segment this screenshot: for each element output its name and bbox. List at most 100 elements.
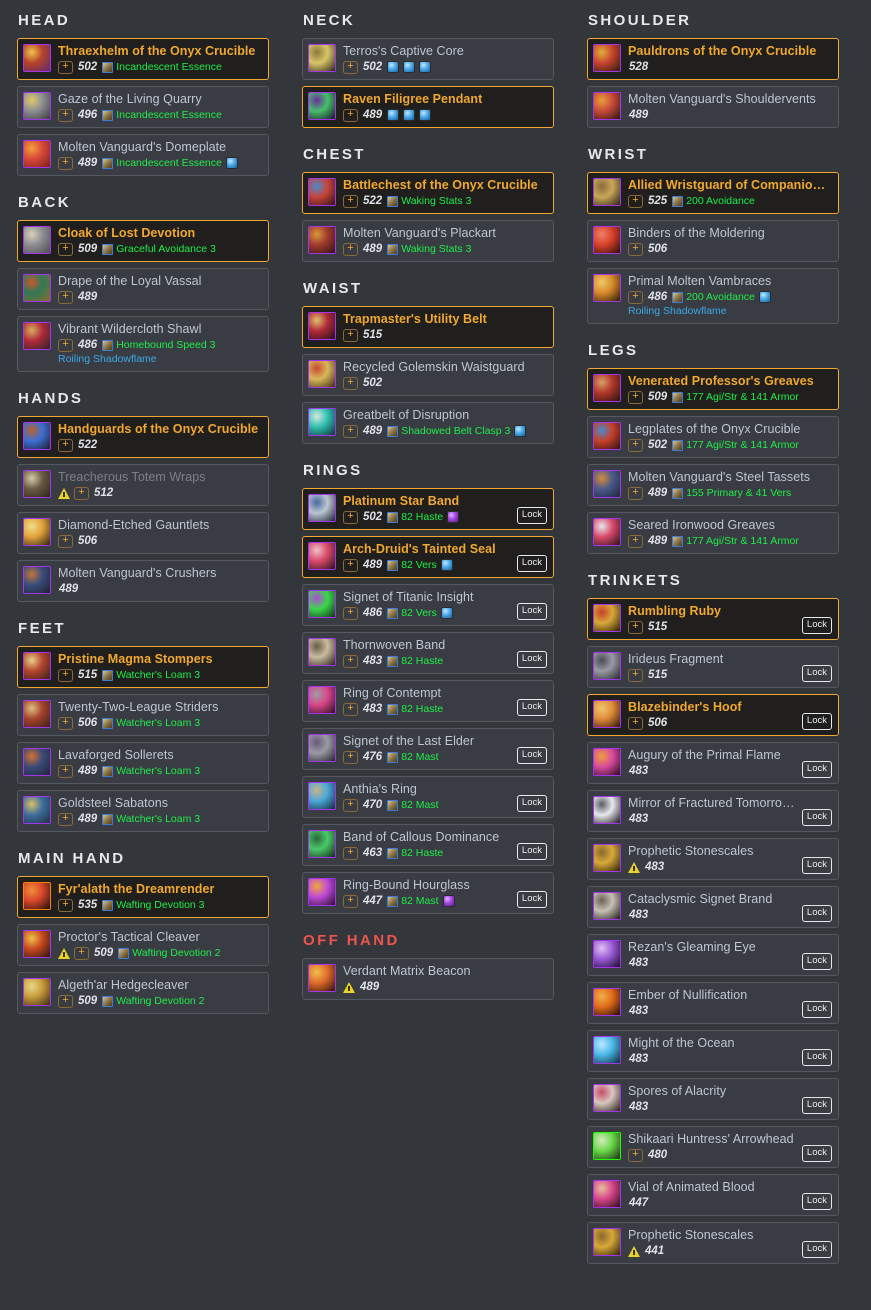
gear-item-row[interactable]: Allied Wristguard of Companionship +525 20… (587, 172, 839, 214)
gem-socket-icon[interactable] (514, 425, 527, 437)
upgrade-plus-button[interactable]: + (628, 438, 643, 452)
gear-item-row[interactable]: Algeth'ar Hedgecleaver +509 Wafting Devoti… (17, 972, 269, 1014)
upgrade-plus-button[interactable]: + (628, 390, 643, 404)
item-icon[interactable] (23, 274, 51, 302)
gear-item-row[interactable]: Raven Filigree Pendant +489 (302, 86, 554, 128)
gear-item-row[interactable]: Arch-Druid's Tainted Seal +489 82 Vers Lock (302, 536, 554, 578)
gear-item-row[interactable]: Pauldrons of the Onyx Crucible 528 (587, 38, 839, 80)
gear-item-row[interactable]: Gaze of the Living Quarry +496 Incandescen… (17, 86, 269, 128)
upgrade-plus-button[interactable]: + (58, 242, 73, 256)
lock-button[interactable]: Lock (801, 760, 832, 778)
item-icon[interactable] (23, 796, 51, 824)
upgrade-plus-button[interactable]: + (628, 534, 643, 548)
item-icon[interactable] (593, 988, 621, 1016)
gem-socket-icon[interactable] (387, 109, 400, 121)
upgrade-plus-button[interactable]: + (58, 812, 73, 826)
item-icon[interactable] (308, 878, 336, 906)
upgrade-plus-button[interactable]: + (58, 156, 73, 170)
gear-item-row[interactable]: Thornwoven Band +483 82 Haste Lock (302, 632, 554, 674)
gear-item-row[interactable]: Augury of the Primal Flame 483 Lock (587, 742, 839, 784)
gear-item-row[interactable]: Blazebinder's Hoof +506 Lock (587, 694, 839, 736)
gear-item-row[interactable]: Shikaari Huntress' Arrowhead +480 Lock (587, 1126, 839, 1168)
gear-item-row[interactable]: Binders of the Moldering +506 (587, 220, 839, 262)
lock-button[interactable]: Lock (801, 664, 832, 682)
gem-socket-icon[interactable] (440, 607, 453, 619)
upgrade-plus-button[interactable]: + (343, 606, 358, 620)
upgrade-plus-button[interactable]: + (343, 108, 358, 122)
upgrade-plus-button[interactable]: + (628, 620, 643, 634)
upgrade-plus-button[interactable]: + (628, 242, 643, 256)
gear-item-row[interactable]: Molten Vanguard's Shouldervents 489 (587, 86, 839, 128)
upgrade-plus-button[interactable]: + (343, 242, 358, 256)
gem-socket-icon[interactable] (440, 559, 453, 571)
item-icon[interactable] (593, 940, 621, 968)
gear-item-row[interactable]: Prophetic Stonescales 483 Lock (587, 838, 839, 880)
item-icon[interactable] (23, 518, 51, 546)
gem-socket-icon[interactable] (447, 511, 460, 523)
upgrade-plus-button[interactable]: + (628, 668, 643, 682)
upgrade-plus-button[interactable]: + (343, 60, 358, 74)
gear-item-row[interactable]: Ring-Bound Hourglass +447 82 Mast Lock (302, 872, 554, 914)
gear-item-row[interactable]: Mirror of Fractured Tomorrows 483 Lock (587, 790, 839, 832)
upgrade-plus-button[interactable]: + (58, 108, 73, 122)
upgrade-plus-button[interactable]: + (343, 798, 358, 812)
gear-item-row[interactable]: Ember of Nullification 483 Lock (587, 982, 839, 1024)
item-icon[interactable] (23, 652, 51, 680)
lock-button[interactable]: Lock (516, 890, 547, 908)
item-icon[interactable] (593, 44, 621, 72)
item-icon[interactable] (593, 470, 621, 498)
gear-item-row[interactable]: Vibrant Wildercloth Shawl +486 Homebound S… (17, 316, 269, 372)
lock-button[interactable]: Lock (801, 808, 832, 826)
gear-item-row[interactable]: Handguards of the Onyx Crucible +522 (17, 416, 269, 458)
item-icon[interactable] (593, 274, 621, 302)
lock-button[interactable]: Lock (801, 856, 832, 874)
item-icon[interactable] (23, 700, 51, 728)
item-icon[interactable] (593, 796, 621, 824)
item-icon[interactable] (23, 882, 51, 910)
gear-item-row[interactable]: Recycled Golemskin Waistguard +502 (302, 354, 554, 396)
gear-item-row[interactable]: Ring of Contempt +483 82 Haste Lock (302, 680, 554, 722)
lock-button[interactable]: Lock (801, 1000, 832, 1018)
item-icon[interactable] (593, 1228, 621, 1256)
item-icon[interactable] (308, 830, 336, 858)
upgrade-plus-button[interactable]: + (343, 558, 358, 572)
lock-button[interactable]: Lock (516, 842, 547, 860)
gear-item-row[interactable]: Signet of Titanic Insight +486 82 Vers Lock (302, 584, 554, 626)
gear-item-row[interactable]: Molten Vanguard's Plackart +489 Waking Sta… (302, 220, 554, 262)
upgrade-plus-button[interactable]: + (343, 702, 358, 716)
item-icon[interactable] (308, 734, 336, 762)
item-icon[interactable] (593, 844, 621, 872)
upgrade-plus-button[interactable]: + (58, 898, 73, 912)
item-icon[interactable] (23, 748, 51, 776)
gear-item-row[interactable]: Drape of the Loyal Vassal +489 (17, 268, 269, 310)
gear-item-row[interactable]: Lavaforged Sollerets +489 Watcher's Loam 3 (17, 742, 269, 784)
upgrade-plus-button[interactable]: + (628, 716, 643, 730)
lock-button[interactable]: Lock (516, 794, 547, 812)
gear-item-row[interactable]: Rumbling Ruby +515 Lock (587, 598, 839, 640)
item-icon[interactable] (593, 518, 621, 546)
upgrade-plus-button[interactable]: + (343, 654, 358, 668)
gear-item-row[interactable]: Treacherous Totem Wraps +512 (17, 464, 269, 506)
item-icon[interactable] (308, 686, 336, 714)
item-icon[interactable] (308, 178, 336, 206)
upgrade-plus-button[interactable]: + (58, 438, 73, 452)
item-icon[interactable] (308, 226, 336, 254)
lock-button[interactable]: Lock (516, 746, 547, 764)
upgrade-plus-button[interactable]: + (343, 376, 358, 390)
upgrade-plus-button[interactable]: + (58, 668, 73, 682)
item-icon[interactable] (308, 542, 336, 570)
gem-socket-icon[interactable] (419, 109, 432, 121)
gear-item-row[interactable]: Signet of the Last Elder +476 82 Mast Lock (302, 728, 554, 770)
item-icon[interactable] (593, 748, 621, 776)
item-icon[interactable] (593, 178, 621, 206)
lock-button[interactable]: Lock (801, 616, 832, 634)
gem-socket-icon[interactable] (442, 895, 455, 907)
item-icon[interactable] (593, 892, 621, 920)
item-icon[interactable] (308, 590, 336, 618)
upgrade-plus-button[interactable]: + (343, 846, 358, 860)
item-icon[interactable] (23, 226, 51, 254)
lock-button[interactable]: Lock (516, 698, 547, 716)
upgrade-plus-button[interactable]: + (58, 338, 73, 352)
gear-item-row[interactable]: Twenty-Two-League Striders +506 Watcher's … (17, 694, 269, 736)
gear-item-row[interactable]: Proctor's Tactical Cleaver +509 Wafting De… (17, 924, 269, 966)
